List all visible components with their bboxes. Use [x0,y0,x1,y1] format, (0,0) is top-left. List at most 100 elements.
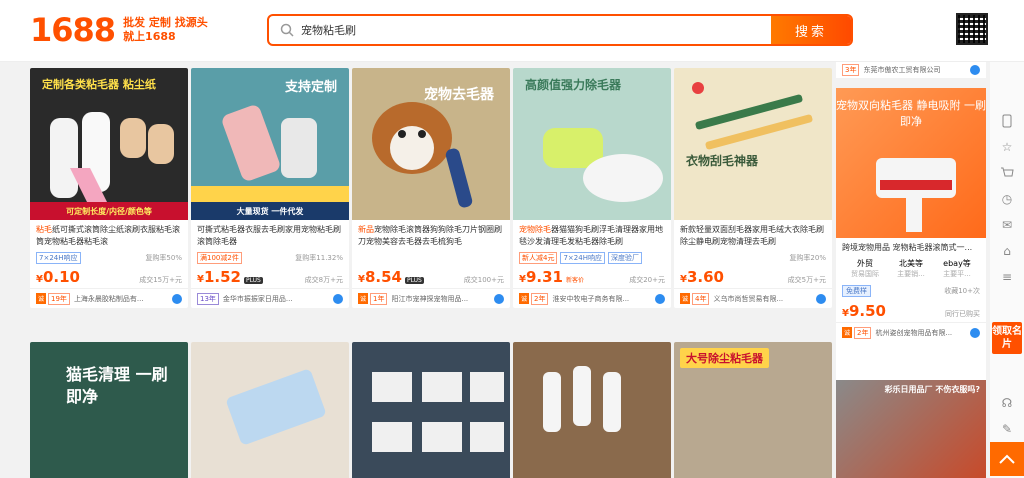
product-image[interactable] [352,342,510,478]
phone-icon[interactable] [990,108,1024,134]
product-title[interactable]: 宠物除毛器猫猫狗毛刷浮毛清理器家用地毯沙发清理毛发粘毛器除毛刷 [513,220,671,250]
ad-product-image[interactable]: 宠物双向粘毛器 静电吸附 一刷即净 [836,88,986,238]
shop-row[interactable]: 诚 4年 义乌市尚哲贸易有限... [674,288,832,308]
ad-product-image[interactable]: 彩乐日用品厂 不伤衣服吗? [836,380,986,478]
shop-row[interactable]: 诚 2年 杭州姿创宠物用品有限... [836,322,986,342]
search-button[interactable]: 搜索 [771,16,851,44]
search-input[interactable] [301,17,771,43]
product-title[interactable]: 新品宠物除毛滚筒器狗狗除毛刀片钢圈刷刀宠物美容去毛器去毛梳狗毛 [352,220,510,250]
product-illustration [692,82,813,150]
ad-product-card[interactable]: 宠物双向粘毛器 静电吸附 一刷即净 跨境宠物用品 宠物粘毛器滚筒式一... 外贸… [836,88,986,408]
product-tags: 新人减4元 7×24H响应 深度验厂 [513,250,671,266]
product-image[interactable] [191,342,349,478]
free-sample-tag: 免费样 [842,285,871,297]
qr-code-icon[interactable] [956,13,988,45]
product-image[interactable]: 支持定制 大量现货 一件代发 [191,68,349,220]
plus-badge: PLUS [404,277,424,284]
ad-product-card[interactable]: 彩乐日用品厂 不伤衣服吗? [836,380,986,478]
chat-icon[interactable] [494,293,504,304]
title-text: 宠物除毛滚筒器狗狗除毛刀片钢圈刷刀宠物美容去毛器去毛梳狗毛 [358,225,502,246]
chat-icon[interactable] [655,293,665,304]
product-card[interactable] [513,342,671,478]
image-caption: 大号除尘粘毛器 [680,348,769,368]
shop-name[interactable]: 淮安中牧电子商务有限... [552,294,655,304]
menu-icon[interactable]: ≡ [990,264,1024,290]
favorite-count: 收藏10+次 [944,287,980,295]
product-image[interactable]: 衣物刮毛神器 [674,68,832,220]
shop-name[interactable]: 金华市振振家日用品... [223,294,333,304]
chat-icon[interactable] [333,293,343,304]
logo-slogan: 批发 定制 找源头 就上1688 [123,16,208,44]
product-image[interactable]: 猫毛清理 一刷即净 [30,342,188,478]
shop-row[interactable]: 诚 19年 上海永晨胶粘制品有... [30,288,188,308]
product-image[interactable]: 大号除尘粘毛器 [674,342,832,478]
product-card[interactable] [352,342,510,478]
product-image[interactable]: 定制各类粘毛器 粘尘纸 可定制长度/内径/颜色等 [30,68,188,220]
trade-sub: 主要平... [943,270,971,278]
message-icon[interactable]: ✉ [990,212,1024,238]
chat-icon[interactable] [970,327,980,338]
chat-icon[interactable] [172,293,182,304]
product-card[interactable]: 支持定制 大量现货 一件代发 可撕式粘毛器衣服去毛刷家用宠物粘毛刷滚筒除毛器 满… [191,68,349,308]
currency-symbol: ¥ [358,274,365,285]
shop-row[interactable]: 诚 1年 阳江市宠神探宠物用品... [352,288,510,308]
headset-icon[interactable]: ☊ [990,390,1024,416]
product-image[interactable]: 宠物去毛器 [352,68,510,220]
sold-count: 成交100+元 [463,276,504,284]
back-to-top-button[interactable] [990,442,1024,476]
shop-years: 13年 [197,292,219,305]
star-icon[interactable]: ☆ [990,134,1024,160]
shop-name[interactable]: 东莞市傲农工贸有限公司 [863,65,970,75]
shop-name[interactable]: 阳江市宠神探宠物用品... [391,294,494,304]
product-title[interactable]: 粘毛纸可撕式滚筒除尘纸滚刷衣服粘毛滚筒宠物粘毛器粘毛滚 [30,220,188,250]
ad-product-title[interactable]: 跨境宠物用品 宠物粘毛器滚筒式一... [836,238,986,256]
title-text: 跨境宠物用品 宠物粘毛器滚筒式一... [842,243,973,252]
shop-row[interactable]: 诚 2年 淮安中牧电子商务有限... [513,288,671,308]
search-bar: 搜索 [267,14,853,46]
product-image[interactable]: 高颜值强力除毛器 [513,68,671,220]
currency-symbol: ¥ [519,274,526,285]
product-title[interactable]: 可撕式粘毛器衣服去毛刷家用宠物粘毛刷滚筒除毛器 [191,220,349,250]
shop-row[interactable]: 13年 金华市振振家日用品... [191,288,349,308]
product-card[interactable]: 定制各类粘毛器 粘尘纸 可定制长度/内径/颜色等 粘毛纸可撕式滚筒除尘纸滚刷衣服… [30,68,188,308]
product-image[interactable] [513,342,671,478]
product-illustration [543,128,663,202]
get-card-button[interactable]: 领取名片 [992,322,1022,354]
product-price: 9.50 [848,302,886,320]
product-title[interactable]: 新款轻量双面刮毛器家用毛绒大衣除毛刷除尘静电刷宠物清理去毛刷 [674,220,832,250]
product-tags: 复购率20% [674,250,832,266]
feedback-icon[interactable]: ✎ [990,416,1024,442]
logo[interactable]: 1688 批发 定制 找源头 就上1688 [30,10,208,50]
history-icon[interactable]: ◷ [990,186,1024,212]
repurchase-rate: 复购率11.32% [295,254,343,262]
service-tag: 深度验厂 [607,252,642,264]
product-card[interactable] [191,342,349,478]
trade-label: 外贸 [857,259,873,268]
product-price: 0.10 [42,268,80,286]
chat-icon[interactable] [970,65,980,75]
price-row: ¥1.52 PLUS 成交8万+元 [191,266,349,288]
trust-badge: 诚 [680,293,691,304]
shop-name[interactable]: 义乌市尚哲贸易有限... [713,294,816,304]
product-card[interactable]: 大号除尘粘毛器 [674,342,832,478]
price-row: ¥3.60 成交5万+元 [674,266,832,288]
discount-note: 新客价 [565,277,584,284]
product-card[interactable]: 高颜值强力除毛器 宠物除毛器猫猫狗毛刷浮毛清理器家用地毯沙发清理毛发粘毛器除毛刷… [513,68,671,308]
product-card[interactable]: 衣物刮毛神器 新款轻量双面刮毛器家用毛绒大衣除毛刷除尘静电刷宠物清理去毛刷 复购… [674,68,832,308]
shop-name[interactable]: 杭州姿创宠物用品有限... [875,328,970,338]
rc-shop-row[interactable]: 3年 东莞市傲农工贸有限公司 [836,62,986,78]
cart-icon[interactable] [990,160,1024,186]
product-illustration [372,102,473,208]
chat-icon[interactable] [816,293,826,304]
trust-badge: 诚 [358,293,369,304]
sold-count: 成交5万+元 [787,276,826,284]
sold-count: 成交15万+元 [139,276,182,284]
site-header: 1688 批发 定制 找源头 就上1688 搜索 [0,0,1024,62]
shop-name[interactable]: 上海永晨胶粘制品有... [74,294,172,304]
product-card[interactable]: 宠物去毛器 新品宠物除毛滚筒器狗狗除毛刀片钢圈刷刀宠物美容去毛器去毛梳狗毛 ¥8… [352,68,510,308]
home-icon[interactable]: ⌂ [990,238,1024,264]
product-card[interactable]: 猫毛清理 一刷即净 [30,342,188,478]
service-tag: 7×24H响应 [36,252,81,264]
logo-text[interactable]: 1688 [30,11,116,49]
